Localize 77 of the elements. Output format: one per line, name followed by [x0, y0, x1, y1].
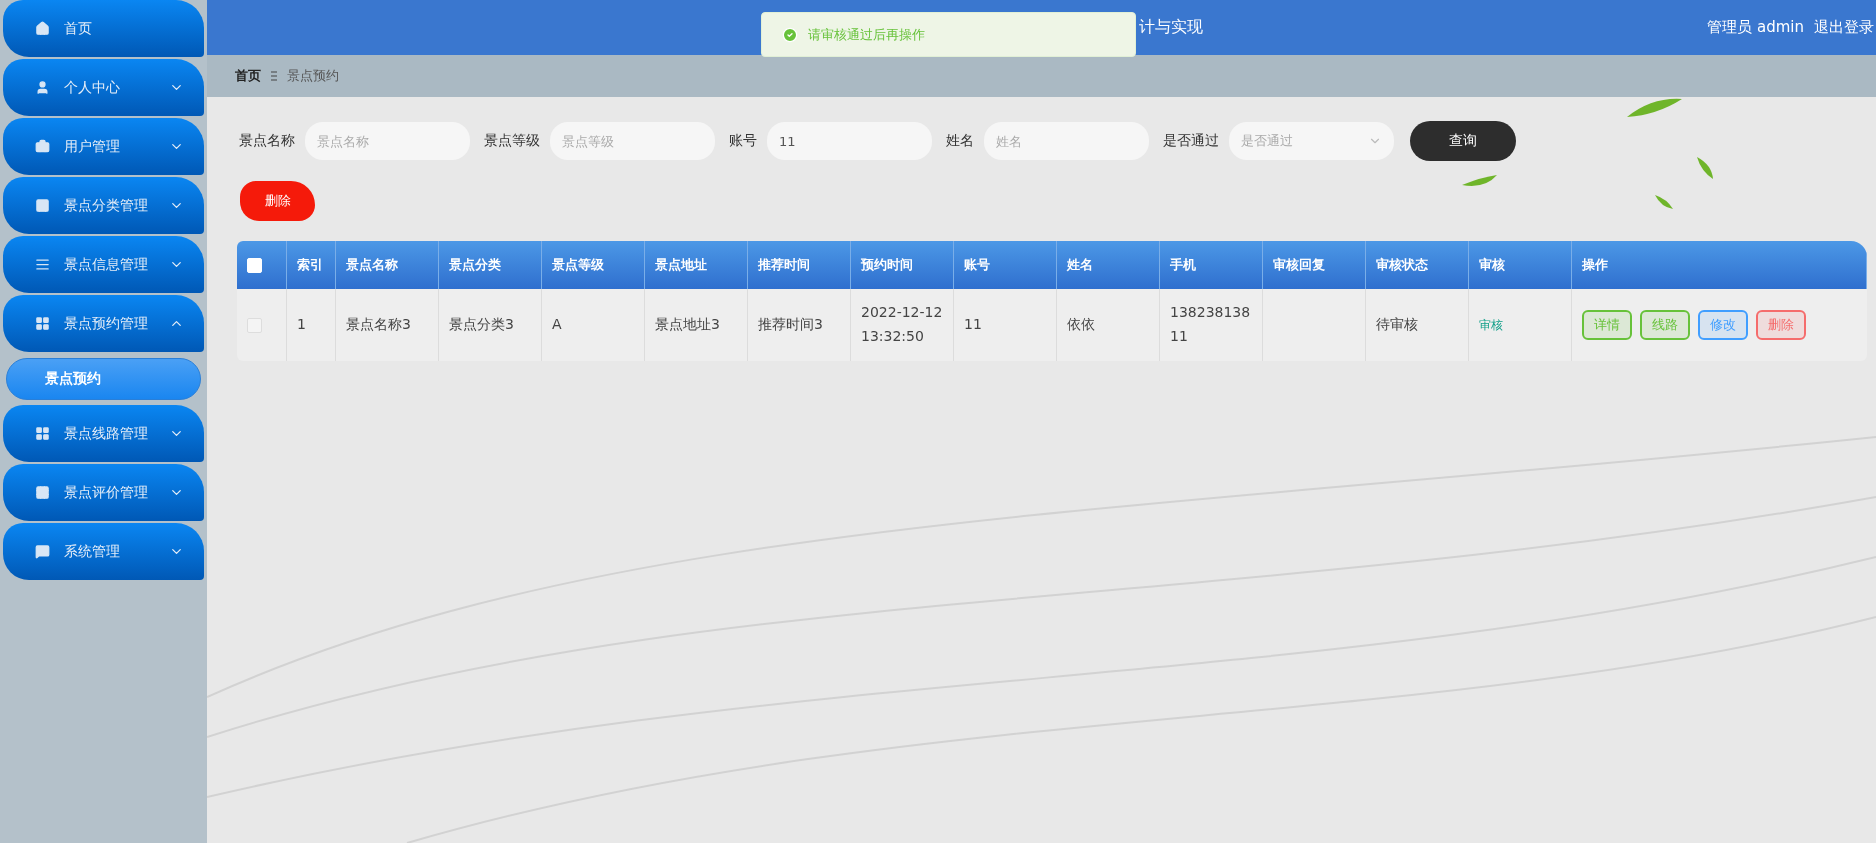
sidebar-item[interactable]: 景点预约管理 — [3, 295, 204, 352]
filter-field[interactable]: 姓名 — [984, 122, 1149, 160]
sidebar-label: 景点信息管理 — [64, 255, 149, 274]
query-button[interactable]: 查询 — [1410, 121, 1516, 161]
column-header: 审核状态 — [1366, 241, 1469, 289]
table-cell: 待审核 — [1366, 289, 1469, 361]
sidebar-label: 景点预约管理 — [64, 314, 149, 333]
column-header: 姓名 — [1057, 241, 1160, 289]
filter-select[interactable]: 是否通过 — [1229, 122, 1394, 160]
table-cell: 13823813811 — [1160, 289, 1263, 361]
menu-item-icon — [35, 139, 50, 154]
logout-link[interactable]: 退出登录 — [1814, 18, 1874, 37]
select-all-checkbox[interactable] — [247, 257, 262, 273]
menu-item-icon — [35, 257, 50, 272]
sidebar-item[interactable]: 个人中心 — [3, 59, 204, 116]
column-header: 景点名称 — [336, 241, 439, 289]
table-cell: 11 — [954, 289, 1057, 361]
menu-item-icon — [35, 316, 50, 331]
sidebar-item[interactable]: 系统管理 — [3, 523, 204, 580]
table-cell: 2022-12-12 13:32:50 — [851, 289, 954, 361]
table-cell: A — [542, 289, 645, 361]
action-button[interactable]: 删除 — [1756, 310, 1806, 340]
sidebar-item[interactable]: 用户管理 — [3, 118, 204, 175]
column-header: 推荐时间 — [748, 241, 851, 289]
sidebar-item[interactable]: 景点分类管理 — [3, 177, 204, 234]
column-header: 景点地址 — [645, 241, 748, 289]
table-cell: 景点名称3 — [336, 289, 439, 361]
delete-button[interactable]: 删除 — [240, 181, 315, 221]
column-header: 索引 — [287, 241, 336, 289]
sidebar-label: 用户管理 — [64, 137, 121, 156]
table-cell: 1 — [287, 289, 336, 361]
sidebar-label: 景点分类管理 — [64, 196, 149, 215]
menu-item-icon — [35, 426, 50, 441]
sidebar-item[interactable]: 景点评价管理 — [3, 464, 204, 521]
sidebar-label: 景点线路管理 — [64, 424, 149, 443]
breadcrumb-item[interactable]: 首页 — [235, 67, 261, 85]
sidebar-label: 个人中心 — [64, 78, 121, 97]
menu-item-icon — [35, 485, 50, 500]
column-header: 预约时间 — [851, 241, 954, 289]
filter-label: 景点等级 — [484, 132, 540, 150]
menu-item-icon — [35, 544, 50, 559]
filter-label: 是否通过 — [1163, 132, 1219, 150]
sidebar-label: 景点评价管理 — [64, 483, 149, 502]
toast-text: 请审核通过后再操作 — [808, 25, 925, 44]
filter-field[interactable]: 景点名称 — [305, 122, 470, 160]
column-header: 景点分类 — [439, 241, 542, 289]
submenu-item[interactable]: 景点预约 — [6, 358, 201, 400]
column-header: 手机 — [1160, 241, 1263, 289]
table-cell: 推荐时间3 — [748, 289, 851, 361]
table-cell: 景点地址3 — [645, 289, 748, 361]
user-label: 管理员 admin — [1707, 18, 1804, 37]
sidebar-label: 首页 — [64, 19, 93, 38]
sidebar-item[interactable]: 首页 — [3, 0, 204, 57]
column-header: 景点等级 — [542, 241, 645, 289]
column-header: 操作 — [1572, 241, 1867, 289]
separator-icon — [271, 71, 277, 81]
column-header: 审核回复 — [1263, 241, 1366, 289]
menu-item-icon — [35, 21, 50, 36]
filter-label: 景点名称 — [239, 132, 295, 150]
breadcrumb-item: 景点预约 — [287, 67, 339, 85]
filter-field[interactable]: 11 — [767, 122, 932, 160]
menu-item-icon — [35, 80, 50, 95]
column-header: 账号 — [954, 241, 1057, 289]
table-cell: 依依 — [1057, 289, 1160, 361]
success-icon — [782, 26, 798, 43]
sidebar-label: 系统管理 — [64, 542, 121, 561]
filter-label: 姓名 — [946, 132, 974, 150]
table-cell: 景点分类3 — [439, 289, 542, 361]
app-title: 计与实现 — [1139, 17, 1204, 38]
sidebar-item[interactable]: 景点线路管理 — [3, 405, 204, 462]
filter-label: 账号 — [729, 132, 757, 150]
audit-link[interactable]: 审核 — [1479, 314, 1503, 336]
filter-field[interactable]: 景点等级 — [550, 122, 715, 160]
menu-item-icon — [35, 198, 50, 213]
column-header: 审核 — [1469, 241, 1572, 289]
select-placeholder: 是否通过 — [1241, 132, 1293, 150]
sidebar-item[interactable]: 景点信息管理 — [3, 236, 204, 293]
